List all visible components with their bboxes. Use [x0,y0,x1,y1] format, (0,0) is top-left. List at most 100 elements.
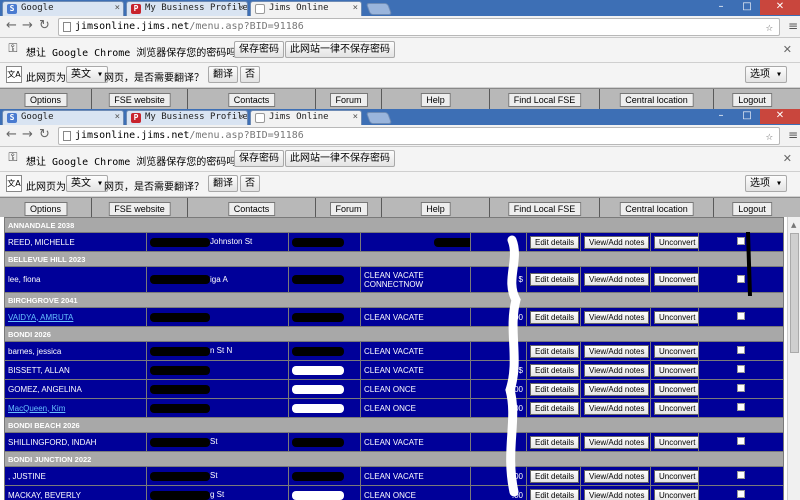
close-icon[interactable]: × [353,112,358,122]
customer-name-cell[interactable]: MacQueen, Kim [4,398,147,418]
back-arrow-icon[interactable]: ← [6,19,17,33]
chrome-menu-icon[interactable]: ≡ [788,19,798,33]
no-translate-button[interactable]: 否 [240,175,260,192]
row-checkbox[interactable] [737,312,745,320]
window-close-icon[interactable]: ✕ [760,109,800,124]
language-select[interactable]: 英文 ▾ [66,66,109,83]
tab-google[interactable]: S Google × [2,1,124,16]
unconvert-button[interactable]: Unconvert [654,273,698,286]
save-password-button[interactable]: 保存密码 [234,150,284,167]
view-add-notes-button[interactable]: View/Add notes [584,235,650,249]
translate-options-button[interactable]: 选项 ▾ [745,175,788,192]
nav-help[interactable]: Help [420,202,451,216]
close-icon[interactable]: × [115,112,120,122]
unconvert-button[interactable]: Unconvert [654,435,698,449]
view-add-notes-button[interactable]: View/Add notes [584,310,650,324]
unconvert-button[interactable]: Unconvert [654,235,698,249]
no-translate-button[interactable]: 否 [240,66,260,83]
nav-find-local-fse[interactable]: Find Local FSE [507,93,582,107]
unconvert-button[interactable]: Unconvert [654,469,698,483]
forward-arrow-icon[interactable]: → [22,19,33,33]
nav-find-local-fse[interactable]: Find Local FSE [507,202,582,216]
view-add-notes-button[interactable]: View/Add notes [584,469,650,483]
nav-fse-website[interactable]: FSE website [108,202,171,216]
view-add-notes-button[interactable]: View/Add notes [584,488,650,500]
forward-arrow-icon[interactable]: → [22,128,33,142]
translate-options-button[interactable]: 选项 ▾ [745,66,788,83]
row-checkbox[interactable] [737,274,745,283]
save-password-button[interactable]: 保存密码 [234,41,284,58]
unconvert-button[interactable]: Unconvert [654,310,698,324]
nav-options[interactable]: Options [23,202,68,216]
vertical-scrollbar[interactable]: ▲ [787,217,800,500]
close-icon[interactable]: × [239,3,244,13]
nav-central-location[interactable]: Central location [619,202,694,216]
maximize-icon[interactable]: □ [734,109,760,124]
minimize-icon[interactable]: – [708,0,734,15]
nav-fse-website[interactable]: FSE website [108,93,171,107]
maximize-icon[interactable]: □ [734,0,760,15]
translate-button[interactable]: 翻译 [208,66,238,83]
nav-logout[interactable]: Logout [732,202,772,216]
translate-button[interactable]: 翻译 [208,175,238,192]
nav-forum[interactable]: Forum [329,93,368,107]
view-add-notes-button[interactable]: View/Add notes [584,273,650,286]
edit-details-button[interactable]: Edit details [530,235,580,249]
close-icon[interactable]: × [115,3,120,13]
view-add-notes-button[interactable]: View/Add notes [584,435,650,449]
new-tab-button[interactable] [365,112,393,124]
back-arrow-icon[interactable]: ← [6,128,17,142]
view-add-notes-button[interactable]: View/Add notes [584,401,650,415]
row-checkbox[interactable] [737,346,745,354]
edit-details-button[interactable]: Edit details [530,310,580,324]
nav-forum[interactable]: Forum [329,202,368,216]
unconvert-button[interactable]: Unconvert [654,363,698,377]
close-icon[interactable]: × [353,3,358,13]
row-checkbox[interactable] [737,365,745,373]
never-save-password-button[interactable]: 此网站一律不保存密码 [285,150,395,167]
unconvert-button[interactable]: Unconvert [654,401,698,415]
edit-details-button[interactable]: Edit details [530,344,580,358]
nav-logout[interactable]: Logout [732,93,772,107]
edit-details-button[interactable]: Edit details [530,401,580,415]
nav-options[interactable]: Options [23,93,68,107]
reload-icon[interactable]: ↻ [39,128,50,142]
tab-google[interactable]: S Google × [2,110,124,125]
address-bar[interactable]: jimsonline.jims.net/menu.asp?BID=91186 ☆ [58,18,780,36]
bookmark-star-icon[interactable]: ☆ [766,19,773,35]
chrome-menu-icon[interactable]: ≡ [788,128,798,142]
view-add-notes-button[interactable]: View/Add notes [584,363,650,377]
edit-details-button[interactable]: Edit details [530,363,580,377]
new-tab-button[interactable] [365,3,393,15]
language-select[interactable]: 英文 ▾ [66,175,109,192]
tab-jims-online[interactable]: Jims Online × [250,110,362,125]
close-icon[interactable]: ✕ [783,43,792,56]
edit-details-button[interactable]: Edit details [530,273,580,286]
edit-details-button[interactable]: Edit details [530,382,580,396]
nav-contacts[interactable]: Contacts [227,202,276,216]
close-icon[interactable]: ✕ [783,152,792,165]
never-save-password-button[interactable]: 此网站一律不保存密码 [285,41,395,58]
row-checkbox[interactable] [737,237,745,245]
nav-central-location[interactable]: Central location [619,93,694,107]
row-checkbox[interactable] [737,471,745,479]
scrollbar-thumb[interactable] [790,233,799,353]
close-icon[interactable]: × [239,112,244,122]
unconvert-button[interactable]: Unconvert [654,344,698,358]
nav-contacts[interactable]: Contacts [227,93,276,107]
bookmark-star-icon[interactable]: ☆ [766,128,773,144]
scroll-up-arrow-icon[interactable]: ▲ [791,221,796,229]
customer-name[interactable]: VAIDYA, AMRUTA [8,313,73,322]
unconvert-button[interactable]: Unconvert [654,382,698,396]
tab-jims-online[interactable]: Jims Online × [250,1,362,16]
customer-name[interactable]: MacQueen, Kim [8,404,65,413]
customer-name-cell[interactable]: VAIDYA, AMRUTA [4,307,147,327]
reload-icon[interactable]: ↻ [39,19,50,33]
tab-business-profile[interactable]: P My Business Profile | M × [126,1,248,16]
view-add-notes-button[interactable]: View/Add notes [584,344,650,358]
tab-business-profile[interactable]: P My Business Profile | M × [126,110,248,125]
row-checkbox[interactable] [737,490,745,498]
view-add-notes-button[interactable]: View/Add notes [584,382,650,396]
row-checkbox[interactable] [737,403,745,411]
window-close-icon[interactable]: ✕ [760,0,800,15]
